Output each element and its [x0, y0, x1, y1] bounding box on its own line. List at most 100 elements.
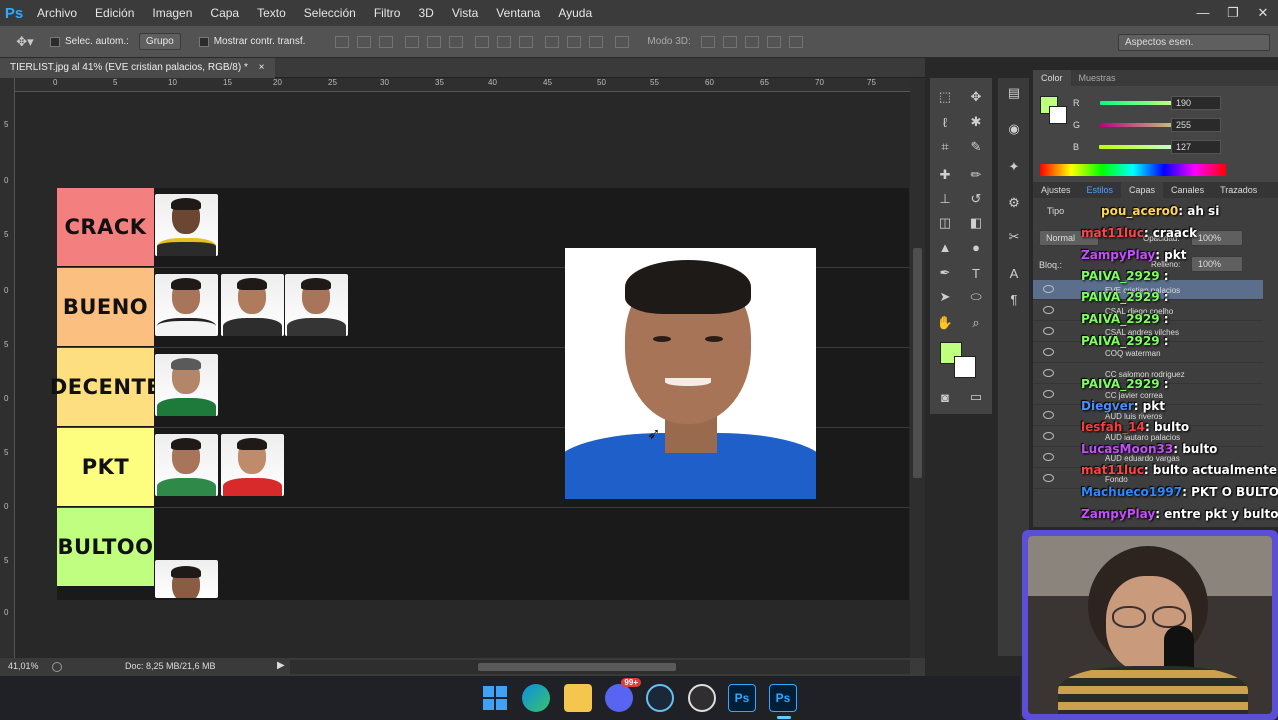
align-hcenter-icon[interactable]: [427, 35, 442, 48]
background-color-swatch[interactable]: [954, 356, 976, 378]
menu-imagen[interactable]: Imagen: [143, 0, 201, 26]
paragraph-panel-icon[interactable]: ¶: [1004, 290, 1024, 308]
color-bg-swatch[interactable]: [1049, 106, 1067, 124]
lasso-tool-icon[interactable]: ℓ: [935, 113, 955, 131]
chat-message: LucasMoon33: bulto: [1081, 442, 1217, 456]
brush-tool-icon[interactable]: ✏: [966, 166, 986, 184]
menu-3d[interactable]: 3D: [409, 0, 442, 26]
properties-panel-icon[interactable]: ◉: [1004, 120, 1024, 138]
align-top-icon[interactable]: [335, 35, 350, 48]
discord-icon[interactable]: 99+: [605, 678, 641, 712]
vertical-scrollbar[interactable]: [910, 78, 925, 658]
crop-tool-icon[interactable]: ⌗: [935, 138, 955, 156]
drag-3d-icon[interactable]: [744, 35, 759, 48]
photoshop-logo-icon[interactable]: Ps: [0, 0, 28, 26]
group-dropdown[interactable]: Grupo: [138, 33, 181, 50]
paint-bucket-tool-icon[interactable]: ◧: [966, 214, 986, 232]
auto-align-icon[interactable]: [615, 35, 630, 48]
path-selection-tool-icon[interactable]: ➤: [935, 288, 955, 306]
b-value[interactable]: 127: [1171, 140, 1221, 154]
brush-panel-icon[interactable]: ✦: [1004, 158, 1024, 176]
clone-stamp-tool-icon[interactable]: ⊥: [935, 190, 955, 208]
healing-brush-tool-icon[interactable]: ✚: [935, 166, 955, 184]
status-menu-arrow-icon[interactable]: ▶: [277, 660, 285, 671]
align-bottom-icon[interactable]: [379, 35, 394, 48]
menu-edicion[interactable]: Edición: [86, 0, 143, 26]
menu-texto[interactable]: Texto: [248, 0, 295, 26]
file-explorer-icon[interactable]: [564, 684, 592, 712]
screen-mode-icon[interactable]: ▭: [966, 388, 986, 406]
color-spectrum-bar[interactable]: [1040, 164, 1226, 176]
zoom-level[interactable]: 41,01%: [8, 661, 39, 671]
r-value[interactable]: 190: [1171, 96, 1221, 110]
marquee-tool-icon[interactable]: ⬚: [935, 88, 955, 106]
obs-icon[interactable]: [688, 684, 716, 712]
horizontal-scrollbar[interactable]: [290, 660, 910, 674]
align-left-icon[interactable]: [405, 35, 420, 48]
close-button[interactable]: ✕: [1248, 0, 1278, 26]
minimize-button[interactable]: —: [1188, 0, 1218, 26]
zoom-tool-icon[interactable]: ⌕: [966, 314, 986, 332]
steam-icon[interactable]: [646, 684, 674, 712]
photoshop-active-taskbar-icon[interactable]: Ps: [769, 684, 797, 712]
rotate-3d-icon[interactable]: [700, 35, 715, 48]
eyedropper-tool-icon[interactable]: ✎: [966, 138, 986, 156]
move-tool-icon[interactable]: ✥: [966, 88, 986, 106]
chat-message: pou_acero0: ah si: [1101, 204, 1219, 218]
align-vcenter-icon[interactable]: [357, 35, 372, 48]
streamer-glasses-right: [1152, 606, 1186, 628]
auto-select-checkbox[interactable]: [50, 36, 60, 47]
tier-label: CRACK: [57, 188, 154, 266]
g-value[interactable]: 255: [1171, 118, 1221, 132]
type-tool-icon[interactable]: T: [966, 264, 986, 282]
auto-select-label: Selec. autom.:: [65, 36, 129, 47]
menu-filtro[interactable]: Filtro: [365, 0, 410, 26]
windows-start-icon[interactable]: [481, 684, 509, 712]
chat-text: : pkt: [1155, 248, 1187, 262]
character-panel-icon[interactable]: A: [1004, 264, 1024, 282]
distribute-bottom-icon[interactable]: [519, 35, 534, 48]
vertical-scroll-thumb[interactable]: [913, 248, 922, 478]
pen-tool-icon[interactable]: ✒: [935, 264, 955, 282]
tab-swatches[interactable]: Muestras: [1071, 70, 1124, 86]
history-brush-tool-icon[interactable]: ↺: [966, 190, 986, 208]
quick-mask-icon[interactable]: ◙: [935, 388, 955, 406]
scale-3d-icon[interactable]: [788, 35, 803, 48]
distribute-vcenter-icon[interactable]: [497, 35, 512, 48]
menu-ayuda[interactable]: Ayuda: [549, 0, 601, 26]
distribute-right-icon[interactable]: [589, 35, 604, 48]
roll-3d-icon[interactable]: [722, 35, 737, 48]
magic-wand-tool-icon[interactable]: ✱: [966, 113, 986, 131]
slide-3d-icon[interactable]: [766, 35, 781, 48]
horizontal-scroll-thumb[interactable]: [478, 663, 676, 671]
hand-tool-icon[interactable]: ✋: [935, 314, 955, 332]
menu-vista[interactable]: Vista: [443, 0, 487, 26]
menu-archivo[interactable]: Archivo: [28, 0, 86, 26]
clone-source-panel-icon[interactable]: ⚙: [1004, 194, 1024, 212]
show-transform-checkbox[interactable]: [198, 36, 209, 47]
tab-color[interactable]: Color: [1033, 70, 1071, 86]
blur-tool-icon[interactable]: ▲: [935, 238, 955, 256]
menu-seleccion[interactable]: Selección: [295, 0, 365, 26]
photoshop-taskbar-icon[interactable]: Ps: [728, 684, 756, 712]
distribute-top-icon[interactable]: [475, 35, 490, 48]
menu-capa[interactable]: Capa: [201, 0, 248, 26]
selected-player-photo[interactable]: ➶: [565, 248, 816, 499]
maximize-button[interactable]: ❐: [1218, 0, 1248, 26]
workspace-dropdown[interactable]: Aspectos esen.: [1118, 34, 1270, 51]
history-panel-icon[interactable]: ▤: [1004, 84, 1024, 102]
eraser-tool-icon[interactable]: ◫: [935, 214, 955, 232]
dodge-tool-icon[interactable]: ●: [966, 238, 986, 256]
align-right-icon[interactable]: [449, 35, 464, 48]
status-export-icon[interactable]: [52, 662, 62, 672]
move-tool-preset-icon[interactable]: ✥▾: [0, 34, 50, 50]
shape-tool-icon[interactable]: ⬭: [966, 288, 986, 306]
distribute-hcenter-icon[interactable]: [567, 35, 582, 48]
document-tab[interactable]: TIERLIST.jpg al 41% (EVE cristian palaci…: [0, 58, 275, 78]
document-tab-close-icon[interactable]: ×: [259, 62, 265, 73]
chat-message: Diegver: pkt: [1081, 399, 1165, 413]
menu-ventana[interactable]: Ventana: [487, 0, 549, 26]
distribute-left-icon[interactable]: [545, 35, 560, 48]
edge-browser-icon[interactable]: [522, 684, 550, 712]
tool-presets-icon[interactable]: ✂: [1004, 228, 1024, 246]
